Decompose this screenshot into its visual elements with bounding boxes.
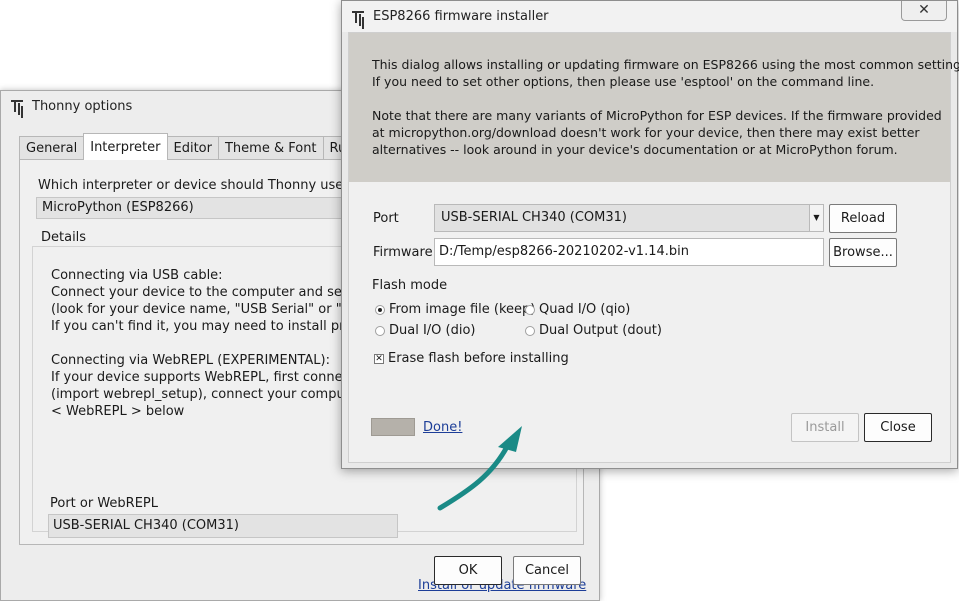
erase-flash-checkbox[interactable]: ✕ Erase flash before installing xyxy=(374,351,569,366)
details-spacer xyxy=(51,335,385,352)
port-label: Port xyxy=(373,211,399,226)
intro-line: at micropython.org/download doesn't work… xyxy=(372,125,920,140)
firmware-label: Firmware xyxy=(373,245,433,260)
flash-mode-label: Flash mode xyxy=(372,278,448,293)
port-or-webrepl-label: Port or WebREPL xyxy=(50,496,159,511)
intro-line: Note that there are many variants of Mic… xyxy=(372,108,942,123)
thonny-logo-icon xyxy=(11,99,25,113)
details-line: If you can't find it, you may need to in… xyxy=(51,319,374,334)
firmware-path-input[interactable]: D:/Temp/esp8266-20210202-v1.14.bin xyxy=(434,238,824,266)
details-line: If your device supports WebREPL, first c… xyxy=(51,370,379,385)
details-text: Connecting via USB cable: Connect your d… xyxy=(51,267,385,420)
tab-editor[interactable]: Editor xyxy=(166,136,219,160)
tab-theme-font[interactable]: Theme & Font xyxy=(217,136,324,160)
port-select[interactable]: USB-SERIAL CH340 (COM31) ▼ xyxy=(434,204,824,232)
flash-mode-qio-radio[interactable]: Quad I/O (qio) xyxy=(525,302,630,317)
details-line: Connect your device to the computer and … xyxy=(51,285,386,300)
tab-interpreter[interactable]: Interpreter xyxy=(83,133,168,160)
progress-indicator xyxy=(371,418,415,436)
status-done-link[interactable]: Done! xyxy=(423,420,462,435)
options-window-title: Thonny options xyxy=(32,98,133,114)
flash-mode-keep-radio[interactable]: From image file (keep) xyxy=(375,302,535,317)
close-button[interactable]: Close xyxy=(864,413,932,442)
radio-selected-icon xyxy=(375,304,385,315)
tab-general[interactable]: General xyxy=(19,136,85,160)
intro-line: If you need to set other options, then p… xyxy=(372,74,875,89)
dropdown-arrow-icon[interactable]: ▼ xyxy=(809,205,823,231)
radio-unselected-icon xyxy=(525,325,535,336)
flash-mode-dio-radio[interactable]: Dual I/O (dio) xyxy=(375,323,476,338)
esp8266-installer-window: ESP8266 firmware installer ✕ This dialog… xyxy=(341,0,959,469)
intro-line: This dialog allows installing or updatin… xyxy=(372,57,959,72)
port-or-webrepl-select[interactable]: USB-SERIAL CH340 (COM31) xyxy=(48,514,398,538)
flash-mode-keep-label: From image file (keep) xyxy=(389,302,536,317)
details-line: Connecting via USB cable: xyxy=(51,268,223,283)
details-line: < WebREPL > below xyxy=(51,404,185,419)
flash-mode-dout-label: Dual Output (dout) xyxy=(539,323,662,338)
flash-mode-qio-label: Quad I/O (qio) xyxy=(539,302,631,317)
details-line: (look for your device name, "USB Serial"… xyxy=(51,302,377,317)
window-close-icon[interactable]: ✕ xyxy=(901,1,947,21)
radio-unselected-icon xyxy=(375,325,385,336)
details-line: Connecting via WebREPL (EXPERIMENTAL): xyxy=(51,353,330,368)
checkbox-checked-icon: ✕ xyxy=(374,353,384,364)
details-line: (import webrepl_setup), connect your com… xyxy=(51,387,381,402)
details-label: Details xyxy=(41,230,87,245)
reload-button[interactable]: Reload xyxy=(829,204,897,233)
installer-window-title: ESP8266 firmware installer xyxy=(373,9,549,24)
options-tab-bar: General Interpreter Editor Theme & Font … xyxy=(19,133,376,160)
port-select-value: USB-SERIAL CH340 (COM31) xyxy=(441,210,627,225)
browse-button[interactable]: Browse... xyxy=(829,238,897,267)
installer-intro: This dialog allows installing or updatin… xyxy=(349,33,959,182)
installer-body: This dialog allows installing or updatin… xyxy=(348,32,959,463)
ok-button[interactable]: OK xyxy=(434,556,502,585)
thonny-logo-icon xyxy=(352,10,366,24)
install-button[interactable]: Install xyxy=(791,413,859,442)
installer-titlebar[interactable]: ESP8266 firmware installer ✕ xyxy=(342,1,957,32)
flash-mode-dio-label: Dual I/O (dio) xyxy=(389,323,476,338)
radio-unselected-icon xyxy=(525,304,535,315)
intro-line: alternatives -- look around in your devi… xyxy=(372,142,898,157)
flash-mode-dout-radio[interactable]: Dual Output (dout) xyxy=(525,323,662,338)
erase-flash-label: Erase flash before installing xyxy=(388,351,569,366)
interpreter-question: Which interpreter or device should Thonn… xyxy=(38,178,375,193)
cancel-button[interactable]: Cancel xyxy=(513,556,581,585)
